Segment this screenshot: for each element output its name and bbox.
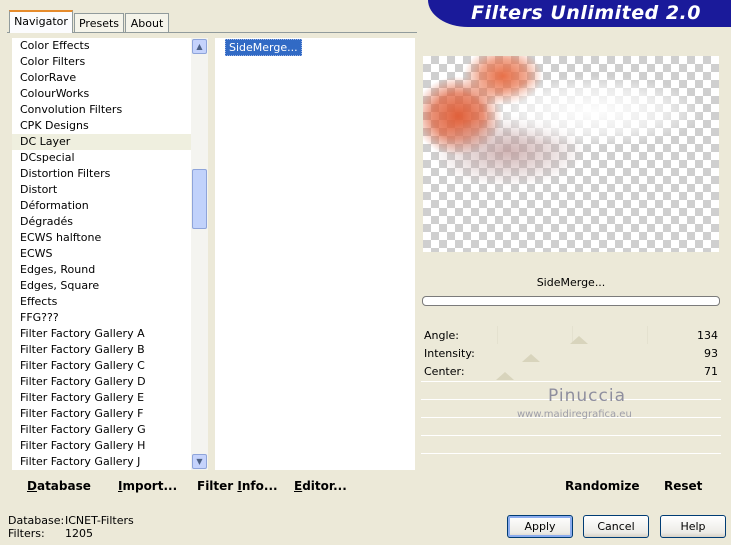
database-button[interactable]: Database (27, 479, 91, 493)
reset-button[interactable]: Reset (664, 479, 702, 493)
status-database: Database: ICNET-Filters (8, 514, 134, 527)
filter-info-button[interactable]: Filter Info... (197, 479, 278, 493)
category-list[interactable]: Color Effects Color Filters ColorRave Colou… (12, 38, 191, 470)
category-item[interactable]: Filter Factory Gallery G (12, 422, 191, 438)
param-center[interactable]: Center: 71 (421, 363, 721, 381)
filter-item-selected[interactable]: SideMerge... (225, 39, 302, 56)
category-item[interactable]: FFG??? (12, 310, 191, 326)
status-filters: Filters: 1205 (8, 527, 93, 540)
category-item[interactable]: ColourWorks (12, 86, 191, 102)
apply-button[interactable]: Apply (507, 515, 573, 538)
status-filters-label: Filters: (8, 527, 45, 540)
category-item[interactable]: Filter Factory Gallery J (12, 454, 191, 470)
category-item[interactable]: Edges, Round (12, 262, 191, 278)
preview-filter-name: SideMerge... (536, 276, 606, 289)
chevron-down-icon[interactable]: ▼ (192, 454, 207, 469)
watermark-name: Pinuccia (548, 386, 626, 406)
tab-navigator[interactable]: Navigator (9, 10, 73, 33)
scrollbar-thumb[interactable] (192, 169, 207, 229)
banner-title: Filters Unlimited 2.0 (471, 2, 701, 24)
watermark-url: www.maidiregrafica.eu (517, 409, 632, 420)
category-item[interactable]: ColorRave (12, 70, 191, 86)
category-item[interactable]: Distort (12, 182, 191, 198)
param-label: Intensity: (424, 347, 475, 360)
category-item[interactable]: Edges, Square (12, 278, 191, 294)
status-filters-value: 1205 (65, 527, 93, 540)
param-value: 93 (704, 347, 718, 360)
category-item[interactable]: Filter Factory Gallery A (12, 326, 191, 342)
slider-thumb-angle[interactable] (570, 336, 588, 344)
slider-thumb-center[interactable] (496, 372, 514, 380)
help-button[interactable]: Help (660, 515, 726, 538)
category-item[interactable]: Filter Factory Gallery H (12, 438, 191, 454)
filter-list[interactable] (215, 38, 415, 470)
param-label: Center: (424, 365, 465, 378)
category-item[interactable]: Filter Factory Gallery B (12, 342, 191, 358)
status-database-label: Database: (8, 514, 65, 527)
category-item[interactable]: CPK Designs (12, 118, 191, 134)
category-item[interactable]: ECWS halftone (12, 230, 191, 246)
preview-image (423, 56, 719, 252)
category-scrollbar[interactable]: ▲ ▼ (191, 38, 208, 470)
category-item[interactable]: Effects (12, 294, 191, 310)
category-item[interactable]: Filter Factory Gallery F (12, 406, 191, 422)
category-item[interactable]: Color Filters (12, 54, 191, 70)
editor-button[interactable]: Editor... (294, 479, 347, 493)
category-item[interactable]: Convolution Filters (12, 102, 191, 118)
category-item[interactable]: Color Effects (12, 38, 191, 54)
category-item[interactable]: Déformation (12, 198, 191, 214)
tab-presets[interactable]: Presets (74, 13, 124, 32)
category-item[interactable]: DCspecial (12, 150, 191, 166)
tab-about[interactable]: About (125, 13, 169, 32)
param-value: 134 (697, 329, 718, 342)
category-item[interactable]: ECWS (12, 246, 191, 262)
import-button[interactable]: Import... (118, 479, 177, 493)
category-item[interactable]: Filter Factory Gallery C (12, 358, 191, 374)
cancel-button[interactable]: Cancel (583, 515, 649, 538)
param-intensity[interactable]: Intensity: 93 (421, 345, 721, 363)
randomize-button[interactable]: Randomize (565, 479, 639, 493)
title-banner: Filters Unlimited 2.0 (428, 0, 731, 27)
category-item[interactable]: Distortion Filters (12, 166, 191, 182)
chevron-up-icon[interactable]: ▲ (192, 39, 207, 54)
param-value: 71 (704, 365, 718, 378)
progress-bar (422, 296, 720, 306)
category-item[interactable]: Dégradés (12, 214, 191, 230)
param-label: Angle: (424, 329, 460, 342)
category-item[interactable]: Filter Factory Gallery D (12, 374, 191, 390)
slider-thumb-intensity[interactable] (522, 354, 540, 362)
category-item[interactable]: DC Layer (12, 134, 191, 150)
category-item[interactable]: Filter Factory Gallery E (12, 390, 191, 406)
status-database-value: ICNET-Filters (65, 514, 134, 527)
